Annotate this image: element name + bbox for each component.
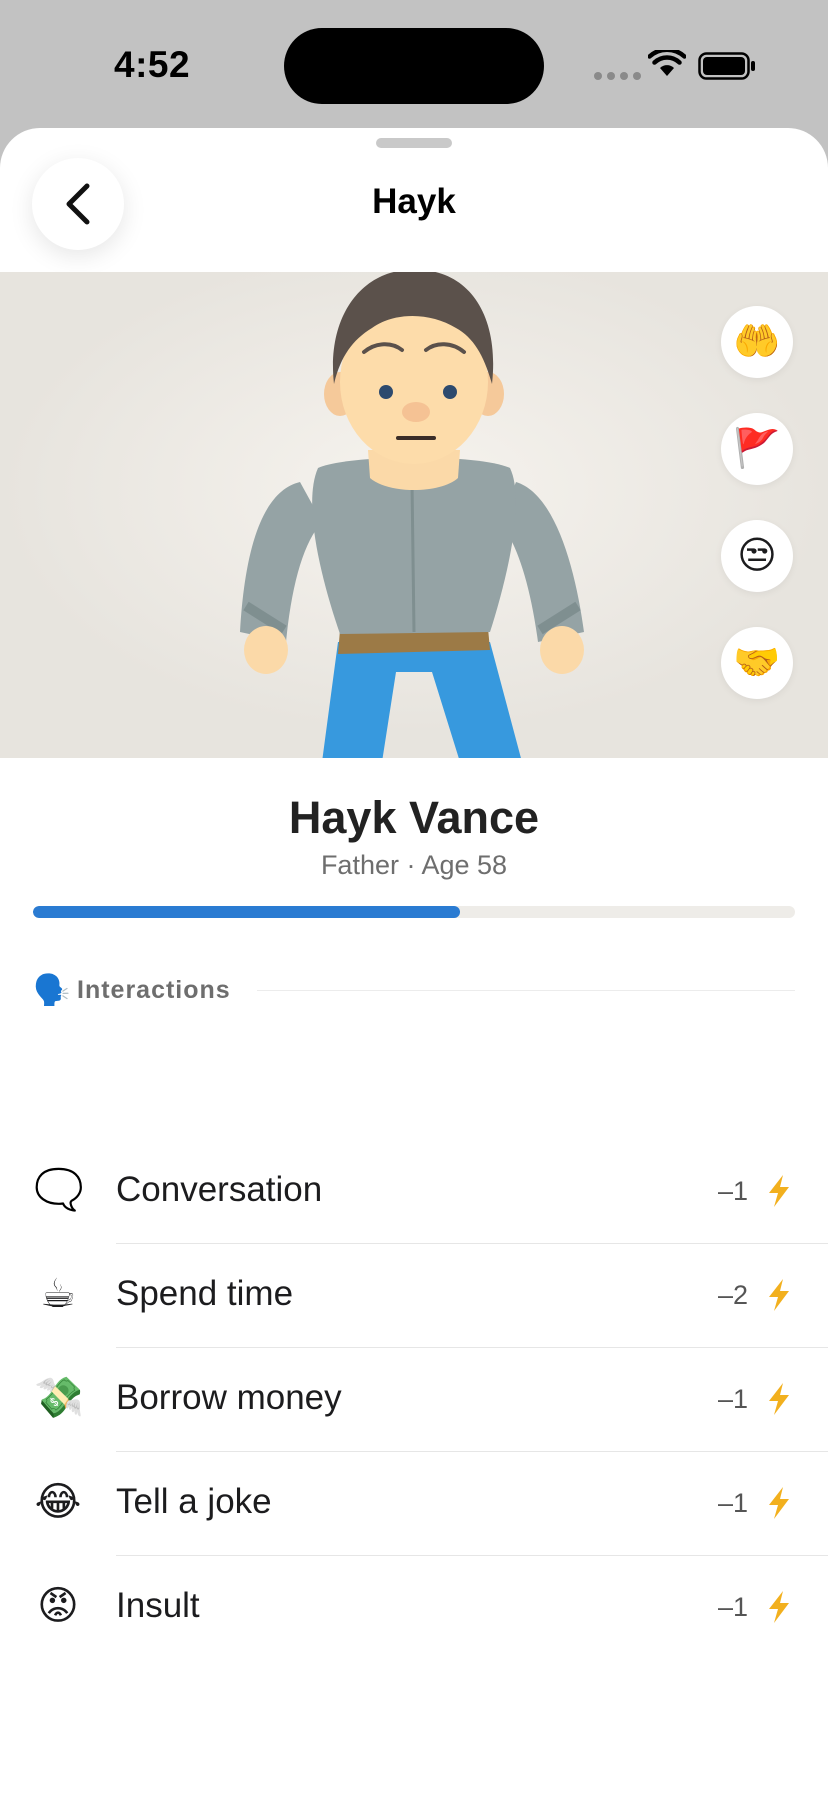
energy-cost: –2: [717, 1280, 748, 1310]
money-with-wings-icon: 💸: [34, 1376, 84, 1420]
energy-cost: –1: [717, 1176, 748, 1206]
lightning-bolt-icon: [769, 1279, 789, 1311]
speech-bubble-icon: 🗨️: [34, 1168, 84, 1212]
energy-cost: –1: [717, 1488, 748, 1518]
laughing-face-icon: 😂: [34, 1480, 82, 1524]
interaction-label: Borrow money: [116, 1378, 342, 1417]
relationship-progress-bar: [33, 906, 795, 918]
character-name: Hayk Vance: [288, 792, 540, 843]
interaction-label: Tell a joke: [116, 1482, 272, 1521]
interaction-spend-time[interactable]: ☕ Spend time –2: [0, 1244, 828, 1348]
interaction-label: Spend time: [116, 1274, 294, 1313]
interaction-insult[interactable]: 😡 Insult –1: [0, 1556, 828, 1660]
sheet-grabber[interactable]: [376, 138, 452, 148]
character-subtitle: Father · Age 58: [320, 850, 508, 880]
character-avatar: [0, 272, 828, 758]
action-open-hands-button[interactable]: 🤲: [721, 306, 793, 378]
interactions-section-header: 🗣️ Interactions: [33, 970, 795, 1010]
battery-icon: [698, 52, 755, 80]
energy-cost: –1: [717, 1384, 748, 1414]
section-divider: [256, 989, 795, 991]
unamused-face-icon: 😒: [737, 535, 777, 577]
lightning-bolt-icon: [769, 1175, 789, 1207]
action-unamused-button[interactable]: 😒: [721, 520, 793, 592]
status-bar: 4:52: [0, 0, 828, 128]
interactions-list: 🗨️ Conversation –1 ☕ Spend time –2 💸 Bor…: [0, 1140, 828, 1660]
action-handshake-button[interactable]: 🤝: [721, 627, 793, 699]
wifi-icon: [648, 50, 686, 76]
character-sheet: Hayk 🤲 🚩 😒 🤝 Hayk Vance Father · Age 58 …: [0, 128, 828, 1800]
section-label: Interactions: [77, 975, 231, 1004]
relationship-progress-fill: [33, 906, 460, 918]
speaking-head-icon: 🗣️: [33, 973, 71, 1007]
cellular-signal-icon: [594, 72, 641, 80]
dynamic-island: [284, 28, 544, 104]
sheet-title: Hayk: [372, 182, 456, 221]
status-time: 4:52: [114, 44, 191, 85]
character-hero: 🤲 🚩 😒 🤝: [0, 272, 828, 758]
lightning-bolt-icon: [769, 1383, 789, 1415]
interaction-label: Insult: [116, 1586, 200, 1625]
action-red-flag-button[interactable]: 🚩: [721, 413, 793, 485]
lightning-bolt-icon: [769, 1591, 789, 1623]
coffee-cup-icon: ☕: [40, 1272, 76, 1316]
red-flag-icon: 🚩: [733, 428, 781, 470]
lightning-bolt-icon: [769, 1487, 789, 1519]
interaction-tell-a-joke[interactable]: 😂 Tell a joke –1: [0, 1452, 828, 1556]
interaction-borrow-money[interactable]: 💸 Borrow money –1: [0, 1348, 828, 1452]
angry-face-icon: 😡: [37, 1584, 79, 1628]
open-hands-icon: 🤲: [733, 321, 781, 363]
interaction-label: Conversation: [116, 1170, 323, 1209]
energy-cost: –1: [717, 1592, 748, 1622]
handshake-icon: 🤝: [733, 642, 781, 684]
interaction-conversation[interactable]: 🗨️ Conversation –1: [0, 1140, 828, 1244]
